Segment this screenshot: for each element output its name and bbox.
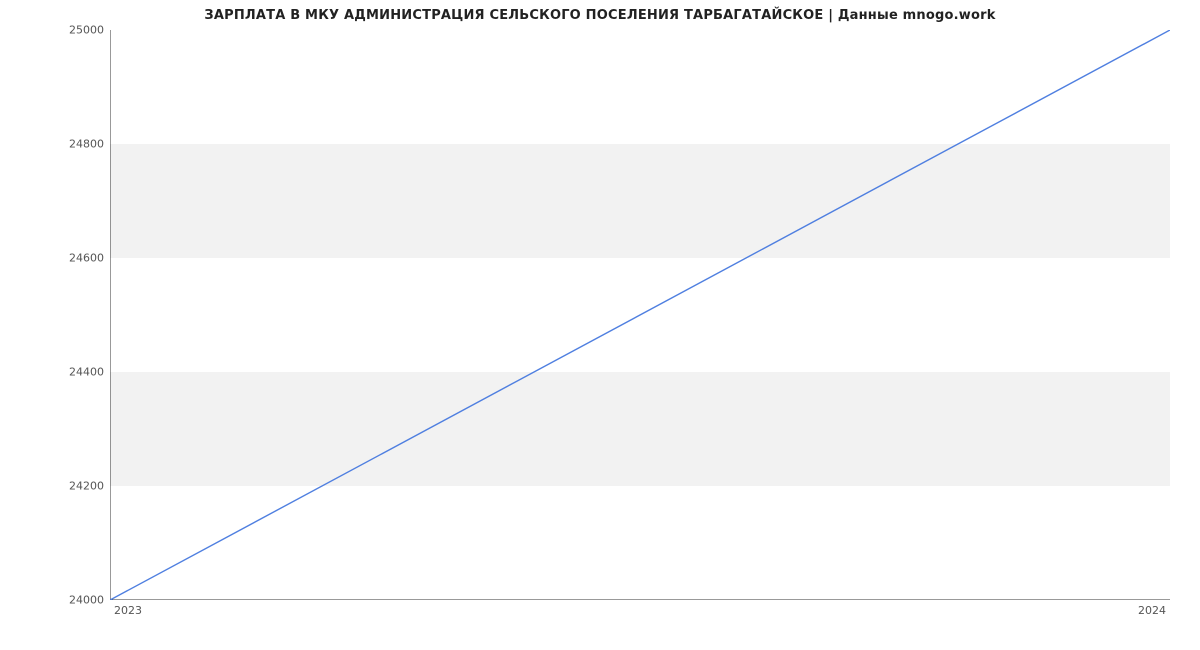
grid-band — [110, 486, 1170, 600]
x-tick-label: 2023 — [114, 604, 142, 617]
y-tick-label: 24800 — [14, 138, 104, 151]
grid-band — [110, 144, 1170, 258]
chart-container: ЗАРПЛАТА В МКУ АДМИНИСТРАЦИЯ СЕЛЬСКОГО П… — [0, 0, 1200, 650]
y-tick-label: 24400 — [14, 366, 104, 379]
grid-band — [110, 372, 1170, 486]
grid-band — [110, 30, 1170, 144]
y-tick-label: 24600 — [14, 252, 104, 265]
y-tick-label: 24000 — [14, 594, 104, 607]
plot-area — [110, 30, 1170, 600]
y-tick-label: 25000 — [14, 24, 104, 37]
y-tick-label: 24200 — [14, 480, 104, 493]
chart-title: ЗАРПЛАТА В МКУ АДМИНИСТРАЦИЯ СЕЛЬСКОГО П… — [0, 8, 1200, 23]
x-tick-label: 2024 — [1138, 604, 1166, 617]
